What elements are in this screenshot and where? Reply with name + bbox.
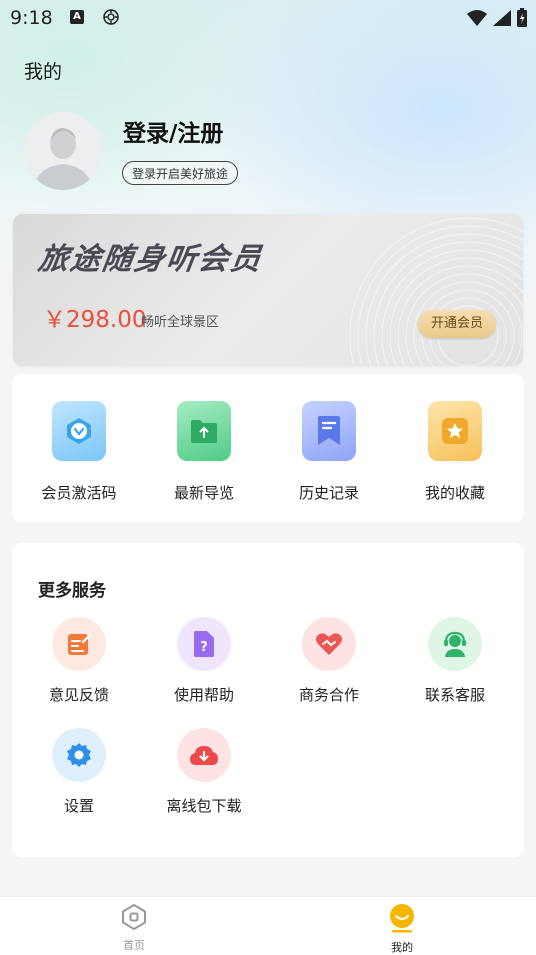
quick-action-favorites[interactable]: 我的收藏 xyxy=(392,401,518,503)
service-feedback[interactable]: 意见反馈 xyxy=(16,617,142,705)
vip-code-icon xyxy=(52,401,106,461)
signal-icon xyxy=(493,10,511,26)
history-icon xyxy=(302,401,356,461)
service-label: 联系客服 xyxy=(424,686,485,704)
customer-service-icon xyxy=(428,617,482,671)
handshake-icon xyxy=(302,617,356,671)
service-business[interactable]: 商务合作 xyxy=(266,617,392,705)
default-avatar-icon xyxy=(34,128,92,190)
feedback-icon xyxy=(52,617,106,671)
status-bar: 9:18 A xyxy=(0,0,536,36)
star-icon xyxy=(428,401,482,461)
status-time: 9:18 xyxy=(10,7,53,29)
tab-profile-label: 我的 xyxy=(391,941,413,954)
tab-home-label: 首页 xyxy=(123,939,145,952)
login-register-link[interactable]: 登录/注册 xyxy=(123,114,223,148)
quick-action-label: 会员激活码 xyxy=(41,484,117,502)
wifi-icon xyxy=(467,10,487,26)
settings-icon xyxy=(52,728,106,782)
vip-price: ￥298.00 xyxy=(43,307,147,333)
service-label: 商务合作 xyxy=(298,686,359,704)
download-icon xyxy=(177,728,231,782)
svg-text:?: ? xyxy=(200,640,208,655)
service-offline-download[interactable]: 离线包下载 xyxy=(141,728,267,816)
bottom-tab-bar: 首页 我的 xyxy=(0,896,536,955)
page-title: 我的 xyxy=(24,61,63,83)
quick-action-label: 历史记录 xyxy=(298,484,359,502)
login-subtitle[interactable]: 登录开启美好旅途 xyxy=(122,161,239,185)
battery-icon xyxy=(517,8,527,27)
service-label: 使用帮助 xyxy=(173,686,234,704)
profile-tab-icon xyxy=(390,904,414,933)
quick-action-label: 最新导览 xyxy=(173,484,234,502)
quick-actions-card: 会员激活码 最新导览 历史记录 我的收藏 xyxy=(12,374,524,522)
open-vip-button[interactable]: 开通会员 xyxy=(418,310,496,338)
quick-action-history[interactable]: 历史记录 xyxy=(266,401,392,503)
vip-title: 旅途随身听会员 xyxy=(36,242,265,277)
service-customer-support[interactable]: 联系客服 xyxy=(392,617,518,705)
vip-card[interactable]: 旅途随身听会员 ￥298.00 畅听全球景区 开通会员 xyxy=(13,214,523,366)
service-label: 意见反馈 xyxy=(48,686,109,704)
service-help[interactable]: ? 使用帮助 xyxy=(141,617,267,705)
tab-home[interactable]: 首页 xyxy=(94,903,174,953)
notification-a-icon: A xyxy=(70,10,84,24)
quick-action-vip-code[interactable]: 会员激活码 xyxy=(16,401,142,503)
vip-description: 畅听全球景区 xyxy=(141,315,220,330)
tab-profile[interactable]: 我的 xyxy=(362,903,442,955)
quick-action-latest-guide[interactable]: 最新导览 xyxy=(141,401,267,503)
avatar[interactable] xyxy=(24,112,102,190)
folder-icon xyxy=(177,401,231,461)
decorative-rings xyxy=(349,217,523,366)
quick-action-label: 我的收藏 xyxy=(424,484,485,502)
more-services-card: 更多服务 意见反馈 ? 使用帮助 商务合作 联系客服 设置 离线包下载 xyxy=(12,543,524,857)
help-icon: ? xyxy=(177,617,231,671)
service-label: 设置 xyxy=(63,797,94,815)
service-label: 离线包下载 xyxy=(166,797,242,815)
home-icon xyxy=(122,904,146,930)
service-settings[interactable]: 设置 xyxy=(16,728,142,816)
services-title: 更多服务 xyxy=(38,581,106,601)
notification-settings-icon xyxy=(103,9,119,25)
